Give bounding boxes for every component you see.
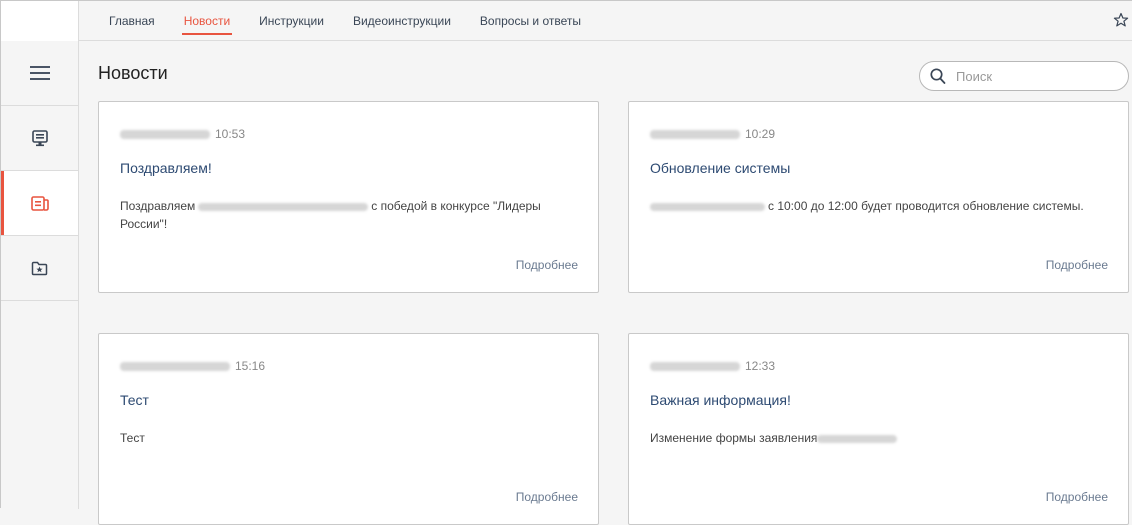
- tab-home[interactable]: Главная: [109, 1, 155, 41]
- tab-instructions[interactable]: Инструкции: [259, 1, 324, 41]
- news-date: 15:16: [120, 359, 265, 373]
- news-card: 12:33 Важная информация! Изменение формы…: [628, 333, 1129, 525]
- news-body-end: с 10:00 до 12:00 будет проводится обновл…: [768, 199, 1084, 213]
- news-card: 10:53 Поздравляем! Поздравляем с победой …: [98, 101, 599, 293]
- news-time: 12:33: [745, 359, 776, 373]
- sidebar: [1, 41, 79, 509]
- top-nav: Главная Новости Инструкции Видеоинструкц…: [1, 1, 1132, 41]
- page-title: Новости: [98, 63, 168, 83]
- redacted-date: [120, 129, 210, 139]
- news-time: 10:29: [745, 127, 776, 141]
- read-more-link[interactable]: Подробнее: [516, 490, 578, 504]
- news-title[interactable]: Обновление системы: [650, 160, 790, 176]
- news-body-start: Тест: [120, 431, 145, 445]
- news-icon: [30, 195, 49, 211]
- sidebar-item-news[interactable]: [1, 171, 78, 236]
- news-title[interactable]: Важная информация!: [650, 392, 791, 408]
- news-body: Изменение формы заявления: [650, 429, 1110, 447]
- sidebar-item-monitor[interactable]: [1, 106, 78, 171]
- read-more-link[interactable]: Подробнее: [516, 258, 578, 272]
- redacted-date: [650, 361, 740, 371]
- news-card: 15:16 Тест Тест Подробнее: [98, 333, 599, 525]
- news-date: 10:29: [650, 127, 775, 141]
- app-frame: Главная Новости Инструкции Видеоинструкц…: [0, 0, 1132, 525]
- news-time: 15:16: [235, 359, 266, 373]
- redacted-date: [120, 361, 230, 371]
- redacted-text: [817, 434, 898, 443]
- favorite-star-icon[interactable]: [1113, 12, 1129, 28]
- redacted-date: [650, 129, 740, 139]
- news-card: 10:29 Обновление системы с 10:00 до 12:0…: [628, 101, 1129, 293]
- nav-corner: [1, 1, 79, 41]
- news-date: 12:33: [650, 359, 775, 373]
- news-body-start: Изменение формы заявления: [650, 431, 818, 445]
- redacted-text: [198, 202, 369, 211]
- sidebar-menu-toggle[interactable]: [1, 41, 78, 106]
- news-date: 10:53: [120, 127, 245, 141]
- search-box[interactable]: [919, 61, 1129, 91]
- tab-faq[interactable]: Вопросы и ответы: [480, 1, 581, 41]
- tab-video-instructions[interactable]: Видеоинструкции: [353, 1, 451, 41]
- news-body: Поздравляем с победой в конкурсе "Лидеры …: [120, 197, 580, 233]
- news-title[interactable]: Тест: [120, 392, 149, 408]
- news-title[interactable]: Поздравляем!: [120, 160, 212, 176]
- hamburger-menu-icon: [29, 66, 50, 80]
- search-input[interactable]: [956, 66, 1116, 86]
- search-icon: [930, 68, 946, 84]
- star-folder-icon: [31, 261, 48, 275]
- read-more-link[interactable]: Подробнее: [1046, 258, 1108, 272]
- monitor-icon: [31, 129, 48, 146]
- sidebar-item-favorites[interactable]: [1, 236, 78, 301]
- tab-news[interactable]: Новости: [181, 1, 233, 41]
- nav-tabs: Главная Новости Инструкции Видеоинструкц…: [109, 1, 610, 41]
- read-more-link[interactable]: Подробнее: [1046, 490, 1108, 504]
- news-body: с 10:00 до 12:00 будет проводится обновл…: [650, 197, 1110, 215]
- news-body-start: Поздравляем: [120, 199, 196, 213]
- news-time: 10:53: [215, 127, 246, 141]
- redacted-text: [650, 202, 765, 211]
- news-body: Тест: [120, 429, 580, 447]
